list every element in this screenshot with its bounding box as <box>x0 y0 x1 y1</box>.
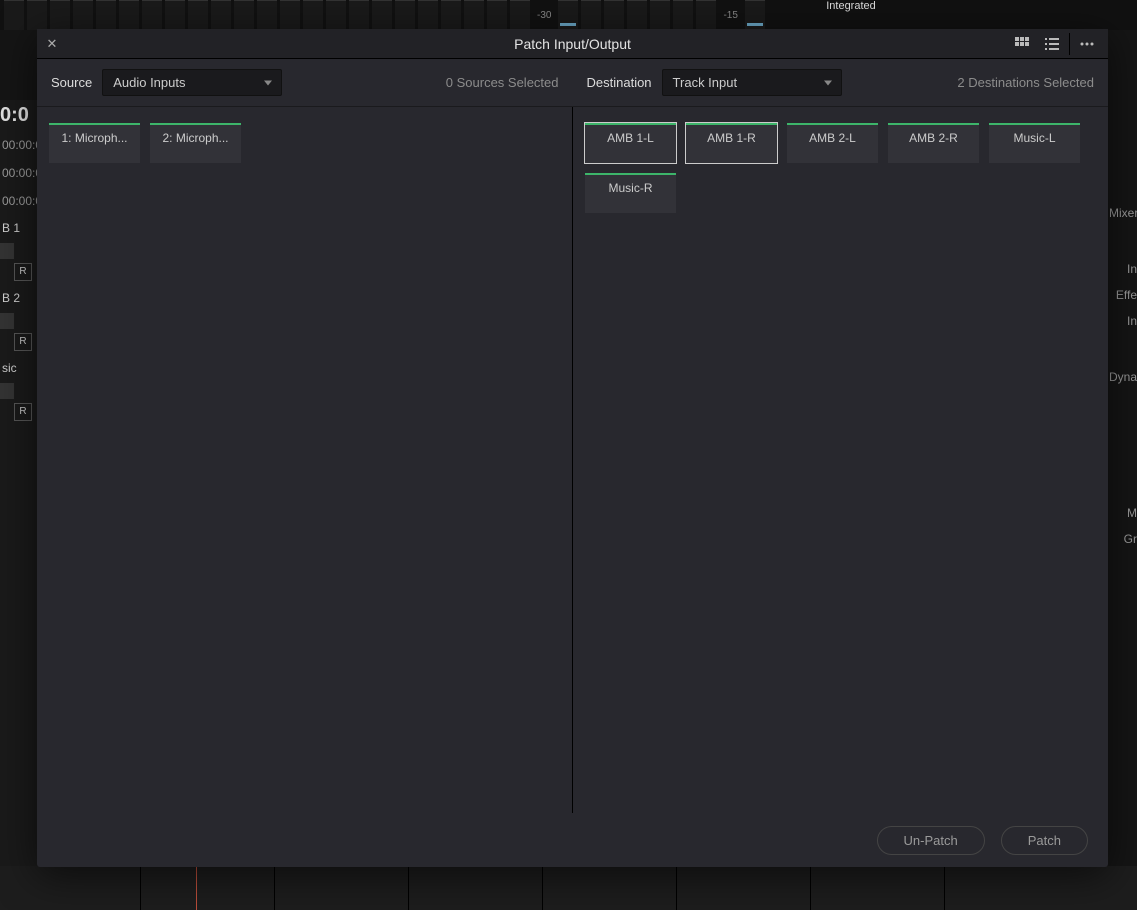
record-arm-button[interactable]: R <box>14 403 32 421</box>
record-arm-button[interactable]: R <box>14 333 32 351</box>
integrated-label: Integrated <box>818 0 884 12</box>
more-options-button[interactable] <box>1072 30 1102 58</box>
mixer-section-label: Gr <box>1109 526 1137 552</box>
patch-button[interactable]: Patch <box>1001 826 1088 855</box>
mixer-section-label: In <box>1109 308 1137 334</box>
grid-view-button[interactable] <box>1007 30 1037 58</box>
mixer-section-label: In <box>1109 256 1137 282</box>
grid-icon <box>1015 37 1029 51</box>
dialog-header: ✕ Patch Input/Output <box>37 29 1108 59</box>
track-icon <box>0 383 14 399</box>
track-icon <box>0 243 14 259</box>
source-panel: 1: Microph...2: Microph... <box>37 107 573 813</box>
timecode-line: 00:00:0 <box>0 187 38 215</box>
source-tile[interactable]: 2: Microph... <box>150 123 241 163</box>
destination-tile[interactable]: AMB 2-L <box>787 123 878 163</box>
right-mixer-strip: Mixer In Effe In Dynam M Gr <box>1109 200 1137 552</box>
source-status: 0 Sources Selected <box>446 75 559 90</box>
destination-tile[interactable]: Music-R <box>585 173 676 213</box>
timeline-strip[interactable] <box>0 866 1137 910</box>
destination-tile[interactable]: Music-L <box>989 123 1080 163</box>
track-label: B 2 <box>0 285 38 309</box>
track-label: sic <box>0 355 38 379</box>
dialog-footer: Un-Patch Patch <box>37 813 1108 867</box>
list-icon <box>1045 37 1059 51</box>
destination-label: Destination <box>587 75 652 90</box>
background-meter-strip: -30 -15 <box>0 0 1137 30</box>
source-tile-grid: 1: Microph...2: Microph... <box>49 123 560 163</box>
destination-panel: AMB 1-LAMB 1-RAMB 2-LAMB 2-RMusic-L Music… <box>573 107 1108 813</box>
timecode-line: 00:00:0 <box>0 159 38 187</box>
source-select[interactable]: Audio Inputs <box>102 69 282 96</box>
ellipsis-icon <box>1080 37 1094 51</box>
mixer-section-label: Effe <box>1109 282 1137 308</box>
list-view-button[interactable] <box>1037 30 1067 58</box>
db-label: -30 <box>533 10 555 21</box>
dialog-body: 1: Microph...2: Microph... AMB 1-LAMB 1-… <box>37 107 1108 813</box>
destination-tile[interactable]: AMB 1-L <box>585 123 676 163</box>
dialog-title: Patch Input/Output <box>514 36 631 52</box>
source-tile[interactable]: 1: Microph... <box>49 123 140 163</box>
destination-tile-grid: AMB 1-LAMB 1-RAMB 2-LAMB 2-RMusic-L Music… <box>585 123 1096 213</box>
timecode-display: 0:0 <box>0 100 38 131</box>
left-track-strip: 0:0 00:00:0 00:00:0 00:00:0 B 1 R B 2 R … <box>0 100 38 910</box>
close-button[interactable]: ✕ <box>37 29 67 59</box>
db-label: -15 <box>719 10 741 21</box>
playhead[interactable] <box>196 866 197 910</box>
source-label: Source <box>51 75 92 90</box>
mixer-label: Mixer <box>1109 200 1137 226</box>
mixer-section-label: M <box>1109 500 1137 526</box>
close-icon: ✕ <box>47 36 58 52</box>
destination-tile[interactable]: AMB 1-R <box>686 123 777 163</box>
track-label: B 1 <box>0 215 38 239</box>
unpatch-button[interactable]: Un-Patch <box>877 826 985 855</box>
dialog-toolbar: Source Audio Inputs 0 Sources Selected D… <box>37 59 1108 107</box>
destination-select[interactable]: Track Input <box>662 69 842 96</box>
destination-status: 2 Destinations Selected <box>957 75 1094 90</box>
record-arm-button[interactable]: R <box>14 263 32 281</box>
patch-io-dialog: ✕ Patch Input/Output <box>37 29 1108 867</box>
track-icon <box>0 313 14 329</box>
destination-tile[interactable]: AMB 2-R <box>888 123 979 163</box>
mixer-section-label: Dynam <box>1109 364 1137 390</box>
timecode-line: 00:00:0 <box>0 131 38 159</box>
